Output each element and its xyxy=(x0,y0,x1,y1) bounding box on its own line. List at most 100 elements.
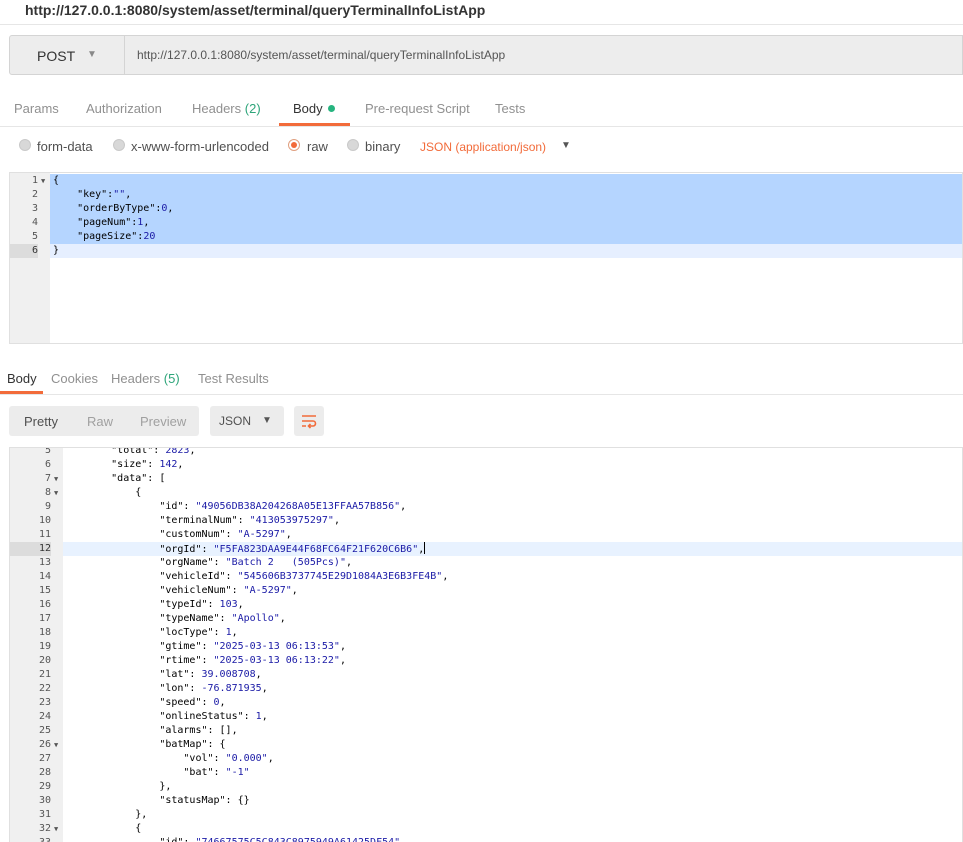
chevron-down-icon: ▼ xyxy=(87,49,97,60)
fold-arrow-icon[interactable]: ▼ xyxy=(54,822,58,836)
response-code-line[interactable]: 30 "statusMap": {} xyxy=(10,794,962,808)
request-code-line[interactable]: 1 ▼ { xyxy=(10,174,962,188)
response-code-line[interactable]: 26 ▼ "batMap": { xyxy=(10,738,962,752)
line-number: 28 xyxy=(38,767,51,778)
tab-test-results[interactable]: Test Results xyxy=(198,371,269,386)
code-text: "vehicleNum": "A-5297", xyxy=(63,585,298,596)
fold-arrow-icon[interactable]: ▼ xyxy=(41,174,45,188)
code-text: "size": 142, xyxy=(63,459,184,470)
fold-arrow-icon[interactable]: ▼ xyxy=(54,738,58,752)
window-title: http://127.0.0.1:8080/system/asset/termi… xyxy=(25,2,486,18)
line-number: 8 xyxy=(44,487,51,498)
request-code-line[interactable]: 6} xyxy=(10,244,962,258)
format-select[interactable]: JSON ▼ xyxy=(210,406,284,436)
code-text: "vol": "0.000", xyxy=(63,753,274,764)
line-number: 12 xyxy=(10,542,51,556)
response-code-line[interactable]: 10 "terminalNum": "413053975297", xyxy=(10,514,962,528)
tab-body[interactable]: Body xyxy=(293,101,335,116)
response-code-line[interactable]: 31 }, xyxy=(10,808,962,822)
response-code-line[interactable]: 8 ▼ { xyxy=(10,486,962,500)
response-code-line[interactable]: 12 "orgId": "F5FA823DAA9E44F68FC64F21F62… xyxy=(10,542,962,556)
request-tabs: Params Authorization Headers (2) Body Pr… xyxy=(0,94,963,127)
request-code-line[interactable]: 5 "pageSize":20 xyxy=(10,230,962,244)
radio-label-form-data[interactable]: form-data xyxy=(37,139,93,154)
active-tab-underline xyxy=(279,123,350,126)
code-text: "total": 2823, xyxy=(63,447,196,456)
line-number: 11 xyxy=(38,529,51,540)
response-code-line[interactable]: 29 }, xyxy=(10,780,962,794)
url-input[interactable]: http://127.0.0.1:8080/system/asset/termi… xyxy=(125,35,963,75)
view-pretty[interactable]: Pretty xyxy=(24,414,58,429)
response-code-line[interactable]: 17 "typeName": "Apollo", xyxy=(10,612,962,626)
response-tabs: Body Cookies Headers (5) Test Results xyxy=(0,364,963,395)
response-code-line[interactable]: 33 "id": "74667575C5C843C8975949A61425DF… xyxy=(10,836,962,842)
radio-raw[interactable] xyxy=(288,139,300,151)
line-number: 33 xyxy=(10,836,51,842)
radio-x-www-form-urlencoded[interactable] xyxy=(113,139,125,151)
wrap-lines-button[interactable] xyxy=(294,406,324,436)
text-cursor xyxy=(424,542,426,554)
code-text: "orderByType":0, xyxy=(50,202,962,216)
code-text: "gtime": "2025-03-13 06:13:53", xyxy=(63,641,346,652)
code-text: "data": [ xyxy=(63,473,166,484)
response-code-line[interactable]: 23 "speed": 0, xyxy=(10,696,962,710)
fold-arrow-icon[interactable]: ▼ xyxy=(54,472,58,486)
request-code-line[interactable]: 4 "pageNum":1, xyxy=(10,216,962,230)
line-number: 13 xyxy=(38,557,51,568)
request-code-line[interactable]: 2 "key":"", xyxy=(10,188,962,202)
tab-pre-request-script[interactable]: Pre-request Script xyxy=(365,101,470,116)
line-number: 32 xyxy=(38,823,51,834)
radio-form-data[interactable] xyxy=(19,139,31,151)
radio-label-raw[interactable]: raw xyxy=(307,139,328,154)
view-mode-group: Pretty Raw Preview xyxy=(9,406,199,436)
response-code-line[interactable]: 16 "typeId": 103, xyxy=(10,598,962,612)
view-raw[interactable]: Raw xyxy=(87,414,113,429)
response-code-line[interactable]: 18 "locType": 1, xyxy=(10,626,962,640)
request-code-line[interactable]: 3 "orderByType":0, xyxy=(10,202,962,216)
code-text: "statusMap": {} xyxy=(63,795,250,806)
radio-binary[interactable] xyxy=(347,139,359,151)
response-code-line[interactable]: 7 ▼ "data": [ xyxy=(10,472,962,486)
response-code-line[interactable]: 21 "lat": 39.008708, xyxy=(10,668,962,682)
method-select[interactable]: POST ▼ xyxy=(9,35,125,75)
response-code-line[interactable]: 28 "bat": "-1" xyxy=(10,766,962,780)
fold-arrow-icon[interactable]: ▼ xyxy=(54,486,58,500)
tab-tests[interactable]: Tests xyxy=(495,101,525,116)
chevron-down-icon[interactable]: ▼ xyxy=(561,140,571,151)
response-code-line[interactable]: 20 "rtime": "2025-03-13 06:13:22", xyxy=(10,654,962,668)
response-code-line[interactable]: 15 "vehicleNum": "A-5297", xyxy=(10,584,962,598)
method-label: POST xyxy=(37,48,76,64)
response-code-line[interactable]: 22 "lon": -76.871935, xyxy=(10,682,962,696)
line-number: 4 xyxy=(31,217,38,228)
code-text: }, xyxy=(63,809,148,820)
content-type-select[interactable]: JSON (application/json) xyxy=(420,140,546,154)
response-code-line[interactable]: 32 ▼ { xyxy=(10,822,962,836)
tab-cookies[interactable]: Cookies xyxy=(51,371,98,386)
request-body-editor[interactable]: 1 ▼{2 "key":"", 3 "orderByType":0, 4 "pageN… xyxy=(9,172,963,344)
response-code-line[interactable]: 27 "vol": "0.000", xyxy=(10,752,962,766)
tab-authorization[interactable]: Authorization xyxy=(86,101,162,116)
response-code-line[interactable]: 11 "customNum": "A-5297", xyxy=(10,528,962,542)
response-code-line[interactable]: 5 "total": 2823, xyxy=(10,447,962,458)
response-code-line[interactable]: 19 "gtime": "2025-03-13 06:13:53", xyxy=(10,640,962,654)
tab-response-body[interactable]: Body xyxy=(7,371,37,386)
view-preview[interactable]: Preview xyxy=(140,414,186,429)
line-number: 15 xyxy=(38,585,51,596)
response-code-line[interactable]: 9 "id": "49056DB38A204268A05E13FFAA57B85… xyxy=(10,500,962,514)
tab-response-headers[interactable]: Headers (5) xyxy=(111,371,180,386)
tab-headers[interactable]: Headers (2) xyxy=(192,101,261,116)
code-text: "alarms": [], xyxy=(63,725,238,736)
tab-params[interactable]: Params xyxy=(14,101,59,116)
response-code-line[interactable]: 14 "vehicleId": "545606B3737745E29D1084A… xyxy=(10,570,962,584)
response-code-line[interactable]: 24 "onlineStatus": 1, xyxy=(10,710,962,724)
code-text: "customNum": "A-5297", xyxy=(63,529,292,540)
response-code-line[interactable]: 25 "alarms": [], xyxy=(10,724,962,738)
line-number: 6 xyxy=(10,244,38,258)
active-tab-underline xyxy=(0,391,43,394)
response-code-line[interactable]: 6 "size": 142, xyxy=(10,458,962,472)
response-body-viewer[interactable]: 5 "total": 2823, 6 "size": 142, 7 ▼ "data":… xyxy=(9,447,963,842)
line-number: 6 xyxy=(44,459,51,470)
response-code-line[interactable]: 13 "orgName": "Batch 2 (505Pcs)", xyxy=(10,556,962,570)
radio-label-binary[interactable]: binary xyxy=(365,139,400,154)
radio-label-x-www-form-urlencoded[interactable]: x-www-form-urlencoded xyxy=(131,139,269,154)
